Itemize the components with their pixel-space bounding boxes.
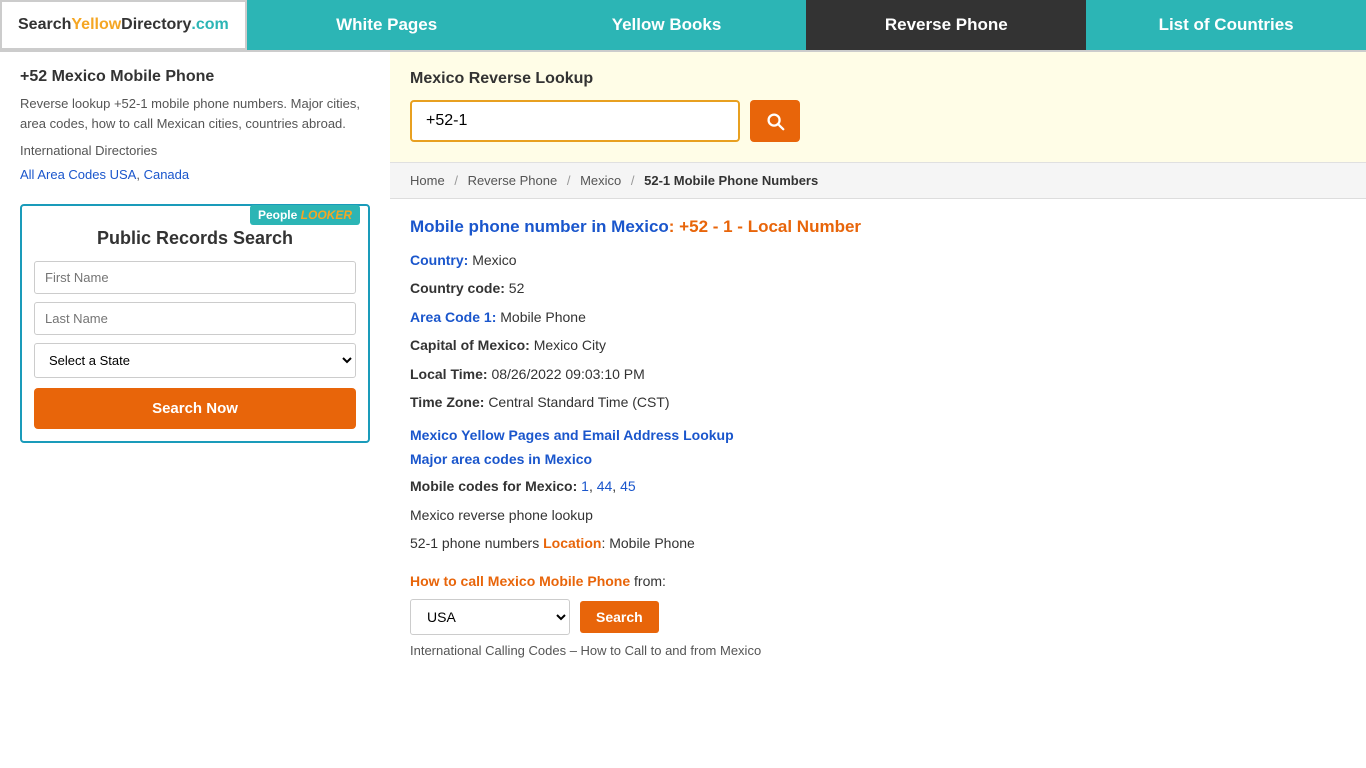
- search-row: [410, 100, 1346, 142]
- badge-looker: LOOKER: [301, 208, 352, 222]
- country-value: Mexico: [472, 252, 516, 268]
- country-select[interactable]: USA UK Canada Australia: [410, 599, 570, 635]
- logo-yellow: Yellow: [71, 16, 121, 34]
- call-row: USA UK Canada Australia Search: [410, 599, 1346, 635]
- country-code-row: Country code: 52: [410, 277, 1346, 299]
- mobile-code-45[interactable]: 45: [620, 478, 636, 494]
- reverse-phone-row: Mexico reverse phone lookup: [410, 504, 1346, 526]
- how-to-call-section: How to call Mexico Mobile Phone from: US…: [410, 573, 1346, 658]
- country-code-label: Country code:: [410, 280, 505, 296]
- how-to-call-link[interactable]: How to call Mexico Mobile Phone: [410, 573, 630, 589]
- major-area-codes-link[interactable]: Major area codes in Mexico: [410, 451, 1346, 467]
- sidebar-description: Reverse lookup +52-1 mobile phone number…: [20, 94, 370, 133]
- location-suffix: : Mobile Phone: [601, 535, 694, 551]
- location-link[interactable]: Location: [543, 535, 601, 551]
- phone-search-button[interactable]: [750, 100, 800, 142]
- breadcrumb-home[interactable]: Home: [410, 173, 445, 188]
- area-code-label: Area Code 1:: [410, 309, 496, 325]
- breadcrumb-reverse-phone[interactable]: Reverse Phone: [468, 173, 558, 188]
- int-dir-label: International Directories: [20, 141, 370, 161]
- nav-list-countries[interactable]: List of Countries: [1086, 0, 1366, 50]
- yellow-pages-link[interactable]: Mexico Yellow Pages and Email Address Lo…: [410, 427, 1346, 443]
- local-time-row: Local Time: 08/26/2022 09:03:10 PM: [410, 363, 1346, 385]
- badge-people: People: [258, 208, 297, 222]
- country-link[interactable]: Country:: [410, 252, 468, 268]
- breadcrumb: Home / Reverse Phone / Mexico / 52-1 Mob…: [390, 163, 1366, 199]
- how-to-call-suffix: from:: [630, 573, 666, 589]
- site-logo[interactable]: SearchYellowDirectory.com: [0, 0, 247, 50]
- int-calling-note: International Calling Codes – How to Cal…: [410, 643, 1346, 658]
- mobile-codes-label: Mobile codes for Mexico:: [410, 478, 577, 494]
- capital-value: Mexico City: [534, 337, 606, 353]
- bc-sep-2: /: [567, 173, 571, 188]
- sidebar-heading: +52 Mexico Mobile Phone: [20, 68, 370, 86]
- link-separator: ,: [136, 167, 143, 182]
- timezone-row: Time Zone: Central Standard Time (CST): [410, 391, 1346, 413]
- people-looker-badge: People LOOKER: [250, 205, 360, 225]
- canada-link[interactable]: Canada: [144, 167, 190, 182]
- last-name-input[interactable]: [34, 302, 356, 335]
- reverse-phone-label: Mexico reverse phone lookup: [410, 507, 593, 523]
- search-now-button[interactable]: Search Now: [34, 388, 356, 429]
- main-layout: +52 Mexico Mobile Phone Reverse lookup +…: [0, 52, 1366, 768]
- mobile-code-44[interactable]: 44: [597, 478, 613, 494]
- country-code-value: 52: [509, 280, 525, 296]
- logo-directory: Directory: [121, 16, 191, 34]
- logo-search: Search: [18, 16, 71, 34]
- nav-white-pages[interactable]: White Pages: [247, 0, 527, 50]
- state-select[interactable]: Select a State Alabama Alaska Arizona Ca…: [34, 343, 356, 378]
- area-code-row: Area Code 1: Mobile Phone: [410, 306, 1346, 328]
- search-box-area: Mexico Reverse Lookup: [390, 52, 1366, 163]
- country-label: Country:: [410, 252, 468, 268]
- breadcrumb-current: 52-1 Mobile Phone Numbers: [644, 173, 818, 188]
- how-to-call-title: How to call Mexico Mobile Phone from:: [410, 573, 1346, 589]
- local-time-value: 08/26/2022 09:03:10 PM: [491, 366, 644, 382]
- info-title: Mobile phone number in Mexico: +52 - 1 -…: [410, 217, 1346, 237]
- logo-com: .com: [191, 16, 228, 34]
- people-looker-box: People LOOKER Public Records Search Sele…: [20, 204, 370, 443]
- area-code-link[interactable]: Area Code 1:: [410, 309, 496, 325]
- location-prefix: 52-1 phone numbers: [410, 535, 543, 551]
- area-code-value: Mobile Phone: [500, 309, 586, 325]
- phone-input[interactable]: [410, 100, 740, 142]
- timezone-label: Time Zone:: [410, 394, 484, 410]
- mobile-codes-row: Mobile codes for Mexico: 1, 44, 45: [410, 475, 1346, 497]
- search-icon: [764, 110, 786, 132]
- navigation: SearchYellowDirectory.com White Pages Ye…: [0, 0, 1366, 52]
- location-row: 52-1 phone numbers Location: Mobile Phon…: [410, 532, 1346, 554]
- nav-yellow-books[interactable]: Yellow Books: [527, 0, 807, 50]
- all-area-codes-link[interactable]: All Area Codes USA: [20, 167, 136, 182]
- info-title-suffix: : +52 - 1 - Local Number: [669, 217, 861, 236]
- capital-label: Capital of Mexico:: [410, 337, 530, 353]
- country-row: Country: Mexico: [410, 249, 1346, 271]
- mobile-code-1[interactable]: 1: [581, 478, 589, 494]
- first-name-input[interactable]: [34, 261, 356, 294]
- breadcrumb-mexico[interactable]: Mexico: [580, 173, 621, 188]
- info-title-link[interactable]: Mobile phone number in Mexico: [410, 217, 669, 236]
- content-area: Mexico Reverse Lookup Home / Reverse Pho…: [390, 52, 1366, 768]
- search-box-title: Mexico Reverse Lookup: [410, 70, 1346, 88]
- capital-row: Capital of Mexico: Mexico City: [410, 334, 1346, 356]
- timezone-value: Central Standard Time (CST): [488, 394, 669, 410]
- bc-sep-1: /: [454, 173, 458, 188]
- people-looker-title: Public Records Search: [34, 228, 356, 249]
- bc-sep-3: /: [631, 173, 635, 188]
- info-area: Mobile phone number in Mexico: +52 - 1 -…: [390, 199, 1366, 676]
- nav-reverse-phone[interactable]: Reverse Phone: [806, 0, 1086, 50]
- search-button[interactable]: Search: [580, 601, 659, 633]
- sidebar: +52 Mexico Mobile Phone Reverse lookup +…: [0, 52, 390, 768]
- local-time-label: Local Time:: [410, 366, 488, 382]
